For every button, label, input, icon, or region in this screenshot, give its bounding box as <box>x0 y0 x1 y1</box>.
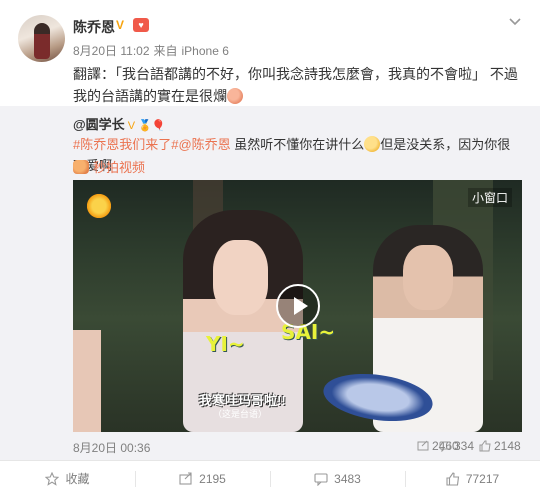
cat-emoji-icon <box>364 136 381 152</box>
repost-icon <box>417 440 429 451</box>
action-bar: 收藏 2195 3483 77217 <box>0 460 540 496</box>
repost-button[interactable]: 2195 <box>135 461 270 496</box>
repost-text-before: 虽然听不懂你在讲什么 <box>230 137 365 152</box>
video-player[interactable]: 小窗口 YI~ SAI~ 我寒哇玛哥啦!! （这是台语） <box>73 180 522 432</box>
like-label: 77217 <box>465 471 500 486</box>
peach-face-emoji-icon <box>227 88 243 104</box>
thumb-up-icon <box>446 471 459 486</box>
play-icon[interactable] <box>276 284 320 328</box>
topic-link[interactable]: #陈乔恩我们来了# <box>73 137 178 152</box>
video-frame-person <box>73 330 101 432</box>
source-prefix: 来自 <box>153 44 178 58</box>
repost-time[interactable]: 8月20日 00:36 <box>73 439 150 456</box>
repost-author: @圆学长 V 🏅🎈 <box>73 114 165 133</box>
repost-comment-count[interactable]: 334 <box>439 439 474 453</box>
repost-author-badges: V 🏅🎈 <box>127 120 166 132</box>
comment-button[interactable]: 3483 <box>270 461 405 496</box>
star-icon <box>45 471 60 486</box>
video-link-label: 秒拍视频 <box>93 160 146 175</box>
avatar[interactable] <box>18 15 65 62</box>
miaopai-icon <box>73 160 89 174</box>
comment-count-value: 334 <box>454 439 475 453</box>
channel-logo-icon <box>85 192 113 220</box>
chevron-down-icon[interactable] <box>508 14 522 28</box>
reposted-content: @圆学长 V 🏅🎈 #陈乔恩我们来了#@陈乔恩 虽然听不懂你在讲什么 但是没关系，因… <box>0 106 540 460</box>
favorite-label: 收藏 <box>65 472 90 486</box>
comment-label: 3483 <box>334 471 361 486</box>
comment-icon <box>439 441 451 452</box>
small-window-button[interactable]: 小窗口 <box>467 188 512 207</box>
video-subtitle-small: （这是台语） <box>213 409 268 419</box>
author-name[interactable]: 陈乔恩 <box>73 17 115 37</box>
video-link[interactable]: 秒拍视频 <box>73 157 145 176</box>
verified-icon: V <box>116 18 125 32</box>
thumb-up-icon <box>479 440 491 452</box>
post-text: 翻譯：「我台語都講的不好，你叫我念詩我怎麼會，我真的不會啦」 不過我的台語講的實… <box>73 63 523 107</box>
weibo-card: 陈乔恩 V ♥ 8月20日 11:02 来自 iPhone 6 翻譯：「我台語都講的… <box>0 0 540 496</box>
comment-icon <box>314 472 328 486</box>
post-meta: 8月20日 11:02 来自 iPhone 6 <box>73 42 233 59</box>
favorite-button[interactable]: 收藏 <box>0 461 135 496</box>
like-button[interactable]: 77217 <box>405 461 540 496</box>
like-count-value: 2148 <box>494 439 521 453</box>
medal-icon: ♥ <box>133 18 149 32</box>
repost-icon <box>179 471 192 485</box>
source: iPhone 6 <box>181 44 229 58</box>
mention-link[interactable]: @陈乔恩 <box>178 137 230 152</box>
post-text-content: 翻譯：「我台語都講的不好，你叫我念詩我怎麼會，我真的不會啦」 不過我的台語講的實… <box>73 66 518 104</box>
repost-like-count[interactable]: 2148 <box>479 439 521 453</box>
repost-label: 2195 <box>199 471 226 486</box>
repost-author-link[interactable]: @圆学长 <box>73 117 125 132</box>
video-caption-yi: YI~ <box>206 332 245 356</box>
post-time[interactable]: 8月20日 11:02 <box>73 44 150 58</box>
